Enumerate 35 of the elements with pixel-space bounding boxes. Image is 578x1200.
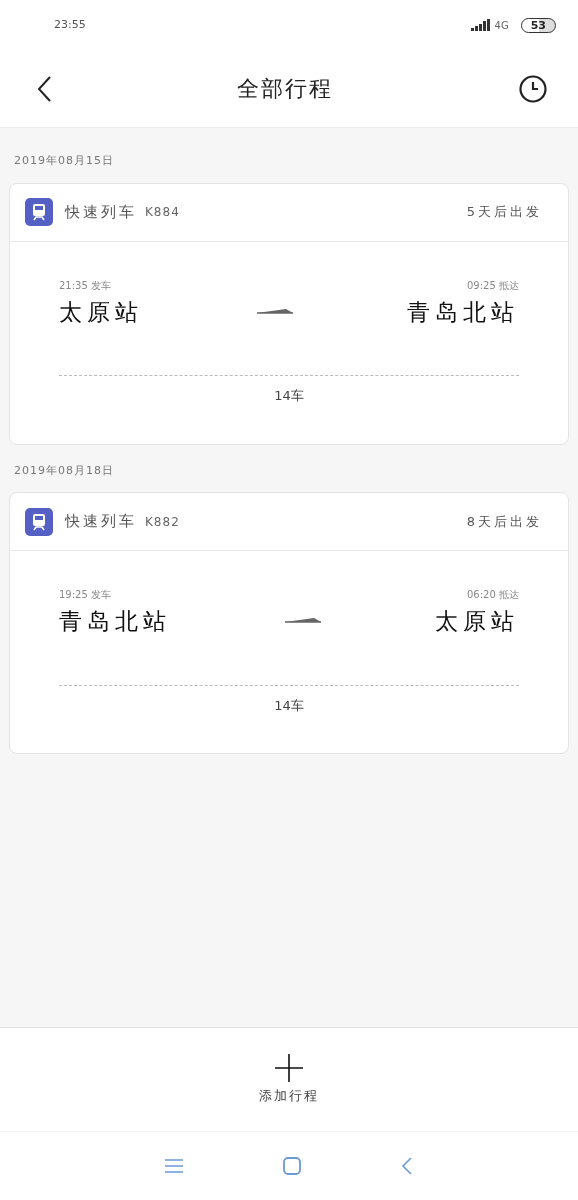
departure-time: 21:35 发车 [59,278,111,293]
battery-indicator: 53 [520,17,556,33]
arrival-station: 青岛北站 [407,297,519,327]
arrival-station: 太原站 [435,607,519,636]
back-icon[interactable] [36,74,52,103]
menu-icon[interactable] [165,1159,183,1173]
departure-countdown: 8天后出发 [466,512,542,531]
status-time: 23:55 [54,16,86,33]
coach-number: 14车 [274,387,304,405]
train-type: 快速列车 [65,201,137,223]
arrival-time: 06:20 抵达 [467,588,519,602]
trip-card[interactable]: 快速列车 K884 5天后出发 21:35 发车 09:25 抵达 太原站 青岛北站 14车 [9,182,569,445]
train-icon [25,507,53,536]
network-label: 4G [494,18,509,33]
departure-time: 19:25 发车 [59,588,111,602]
trip-date: 2019年08月15日 [13,153,115,169]
arrow-icon [285,618,321,625]
home-icon[interactable] [283,1157,301,1175]
trip-card[interactable]: 快速列车 K882 8天后出发 19:25 发车 06:20 抵达 青岛北站 太原站 14车 [9,492,569,754]
arrow-icon [257,308,293,315]
add-trip-button[interactable]: 添加行程 [0,1027,578,1131]
coach-number: 14车 [274,696,304,715]
signal-icon [470,19,491,31]
departure-countdown: 5天后出发 [466,203,542,222]
clock-icon[interactable] [518,73,548,104]
departure-station: 青岛北站 [59,607,171,636]
train-type: 快速列车 [65,511,137,533]
departure-station: 太原站 [59,297,143,327]
plus-icon [275,1053,303,1082]
trip-date: 2019年08月18日 [13,462,115,479]
train-icon [25,198,53,226]
train-number: K884 [145,204,180,221]
train-number: K882 [145,513,180,531]
arrival-time: 09:25 抵达 [467,278,519,293]
page-title: 全部行程 [237,75,333,103]
